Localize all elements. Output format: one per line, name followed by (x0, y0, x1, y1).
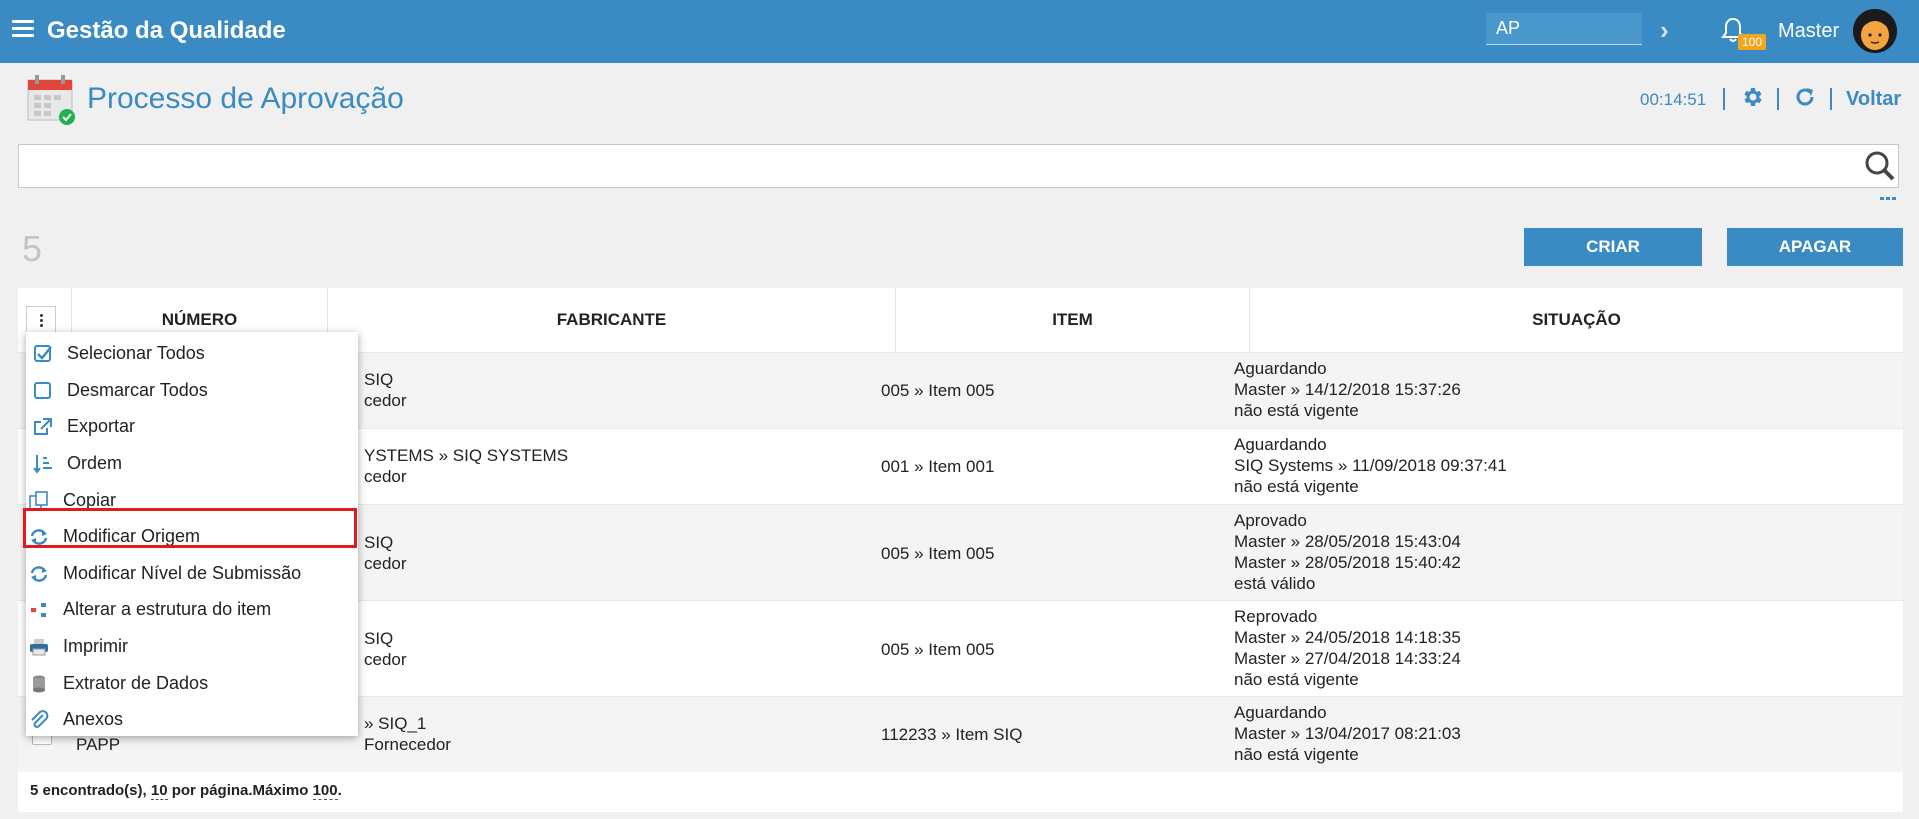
menu-icon[interactable] (12, 20, 34, 38)
fabricante-cell: SIQ cedor (364, 629, 407, 669)
fabricante-cell: SIQ cedor (364, 533, 407, 573)
delete-button[interactable]: APAGAR (1727, 228, 1903, 266)
divider (1830, 88, 1832, 110)
database-icon (33, 675, 45, 693)
pagination-summary: 5 encontrado(s), 10 por página.Máximo 10… (30, 782, 342, 800)
item-cell: 112233 » Item SIQ (881, 725, 1023, 744)
sort-icon (33, 455, 52, 474)
per-page-link[interactable]: 10 (150, 782, 168, 800)
fabricante-cell: » SIQ_1 Fornecedor (364, 714, 451, 754)
fabricante-cell: SIQ cedor (364, 370, 407, 410)
menu-item-print[interactable]: Imprimir (26, 628, 358, 664)
kebab-menu-icon[interactable] (26, 306, 56, 334)
printer-icon (30, 639, 48, 656)
module-input[interactable] (1486, 13, 1642, 45)
calendar-check-icon (27, 75, 75, 125)
create-button[interactable]: CRIAR (1524, 228, 1702, 266)
app-title: Gestão da Qualidade (47, 17, 286, 44)
square-icon (34, 382, 51, 399)
menu-item-select-all[interactable]: Selecionar Todos (26, 335, 358, 371)
column-header-situacao[interactable]: SITUAÇÃO (1250, 288, 1903, 352)
gear-icon[interactable] (1740, 85, 1764, 109)
session-timer: 00:14:51 (1640, 90, 1707, 109)
avatar[interactable] (1853, 9, 1897, 53)
external-link-icon (34, 418, 52, 435)
max-link[interactable]: 100 (312, 782, 338, 800)
search-input[interactable] (18, 144, 1899, 188)
menu-item-export[interactable]: Exportar (26, 408, 358, 444)
paperclip-icon (31, 710, 49, 728)
situacao-cell: Aguardando Master » 14/12/2018 15:37:26 nã… (1234, 359, 1461, 420)
menu-item-modify-submission-level[interactable]: Modificar Nível de Submissão (26, 555, 358, 591)
divider (1777, 88, 1779, 110)
divider (1723, 88, 1725, 110)
check-square-icon (34, 345, 52, 362)
chevron-right-icon[interactable]: › (1660, 15, 1669, 46)
item-cell: 001 » Item 001 (881, 457, 995, 476)
search-icon[interactable] (1864, 150, 1896, 182)
situacao-cell: Reprovado Master » 24/05/2018 14:18:35 Mas… (1234, 607, 1461, 689)
situacao-cell: Aguardando Master » 13/04/2017 08:21:03 nã… (1234, 703, 1461, 764)
back-link[interactable]: Voltar (1846, 88, 1901, 111)
situacao-cell: Aprovado Master » 28/05/2018 15:43:04 Mast… (1234, 511, 1461, 593)
notification-badge: 100 (1738, 34, 1767, 50)
menu-item-order[interactable]: Ordem (26, 445, 358, 481)
menu-item-deselect-all[interactable]: Desmarcar Todos (26, 372, 358, 408)
sync-icon (30, 566, 48, 582)
more-options-icon[interactable] (1880, 196, 1896, 202)
menu-item-data-extractor[interactable]: Extrator de Dados (26, 665, 358, 701)
fabricante-cell: YSTEMS » SIQ SYSTEMS cedor (364, 446, 569, 486)
highlight-box (23, 508, 357, 548)
record-count: 5 (22, 228, 43, 269)
user-name[interactable]: Master (1778, 20, 1839, 43)
refresh-icon[interactable] (1793, 85, 1817, 109)
column-header-item[interactable]: ITEM (896, 288, 1250, 352)
numero-cell: PAPP (76, 735, 121, 754)
page-title: Processo de Aprovação (87, 82, 404, 115)
situacao-cell: Aguardando SIQ Systems » 11/09/2018 09:37… (1234, 435, 1507, 496)
structure-icon (31, 603, 46, 617)
menu-item-attachments[interactable]: Anexos (26, 701, 358, 737)
item-cell: 005 » Item 005 (881, 544, 995, 563)
item-cell: 005 » Item 005 (881, 640, 995, 659)
item-cell: 005 » Item 005 (881, 381, 995, 400)
column-header-fabricante[interactable]: FABRICANTE (328, 288, 896, 352)
menu-item-change-item-structure[interactable]: Alterar a estrutura do item (26, 591, 358, 627)
